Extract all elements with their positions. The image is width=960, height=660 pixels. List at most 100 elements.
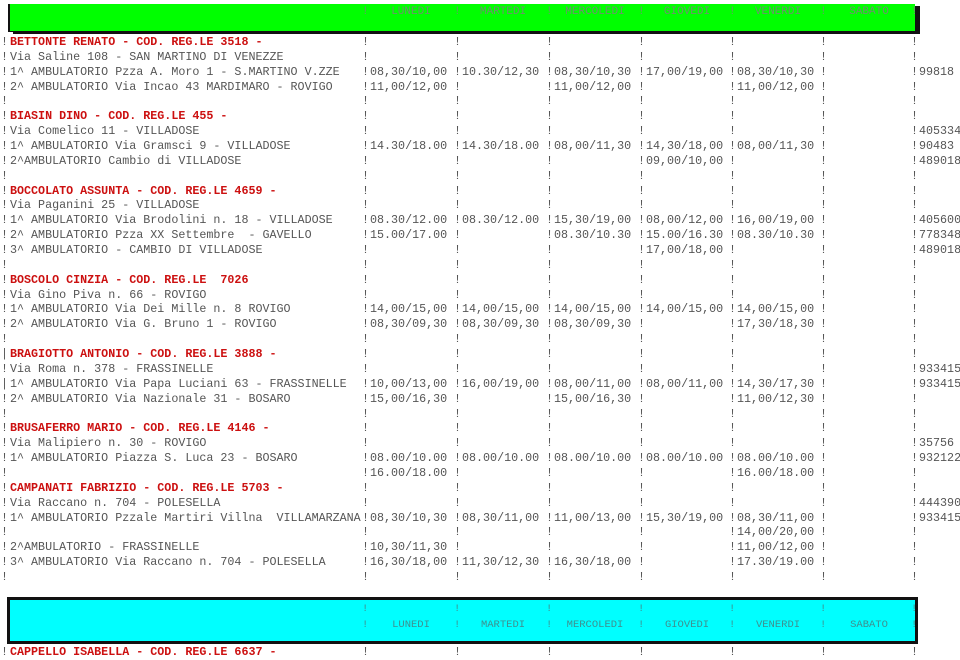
header-separator: ! [546, 603, 553, 615]
header-separator: ! [454, 603, 461, 615]
column-separator: ! [546, 153, 554, 168]
row-label: Via Roma n. 378 - FRASSINELLE [10, 361, 214, 376]
row-label: 1^ AMBULATORIO Via Papa Luciani 63 - FRA… [10, 376, 347, 391]
table-row: !!!!!!!! [0, 258, 960, 273]
table-row: ! Via Gino Piva n. 66 - ROVIGO!!!!!!! [0, 288, 960, 303]
column-separator: ! [546, 525, 554, 540]
column-separator: ! [638, 35, 646, 49]
column-separator: ! [454, 35, 462, 49]
header-day-venerdi: VENERDI [754, 6, 802, 18]
column-separator: ! [911, 569, 919, 584]
column-separator: ! [362, 302, 370, 317]
header-day-giovedi: GIOVEDI [663, 6, 711, 18]
table-row: ! Via Paganini 25 - VILLADOSE!!!!!!! [0, 198, 960, 213]
column-separator: ! [454, 213, 462, 228]
column-separator: ! [729, 451, 737, 466]
doctor-name-row: ! BRUSAFERRO MARIO - COD. REG.LE 4146 -!!… [0, 421, 960, 436]
column-separator: ! [454, 79, 462, 94]
column-separator: ! [729, 376, 737, 391]
row-label: 1^ AMBULATORIO Via Gramsci 9 - VILLADOSE [10, 139, 291, 154]
row-code: 489018 [919, 153, 960, 168]
column-separator: ! [638, 168, 646, 183]
time-slot-giovedi: 17,00/18,00 [646, 243, 724, 258]
column-separator: ! [362, 495, 370, 510]
time-slot-martedi: 11,30/12,30 [462, 555, 540, 570]
column-separator: ! [638, 569, 646, 584]
column-separator: ! [638, 213, 646, 228]
column-separator: ! [729, 465, 737, 480]
column-separator: ! [362, 198, 370, 213]
column-separator: ! [911, 243, 919, 258]
column-separator: ! [729, 183, 737, 198]
row-separator: ! [1, 540, 9, 555]
row-label: 2^ AMBULATORIO Via G. Bruno 1 - ROVIGO [10, 317, 277, 332]
column-separator: ! [546, 510, 554, 525]
day-header-top: ! LUNEDI! MARTEDI! MERCOLEDI! GIOVEDI! VENERD… [8, 4, 918, 32]
header-separator: ! [638, 603, 645, 615]
column-separator: ! [454, 94, 462, 109]
column-separator: ! [638, 317, 646, 332]
column-separator: ! [911, 347, 919, 362]
doctor-name-row: ! BOCCOLATO ASSUNTA - COD. REG.LE 4659 -!… [0, 184, 960, 199]
column-separator: ! [638, 228, 646, 243]
table-row: ! 2^ AMBULATORIO Pzza XX Settembre - GAVE… [0, 228, 960, 243]
column-separator: ! [362, 569, 370, 584]
column-separator: ! [454, 139, 462, 154]
column-separator: ! [362, 79, 370, 94]
column-separator: ! [454, 124, 462, 139]
table-row: ! 2^ AMBULATORIO Via Incao 43 MARDIMARO -… [0, 80, 960, 95]
row-separator: ! [1, 64, 9, 79]
header-day-martedi: MARTEDI [479, 6, 527, 18]
column-separator: ! [911, 228, 919, 243]
column-separator: ! [362, 332, 370, 347]
column-separator: ! [820, 49, 828, 64]
row-separator: ! [1, 139, 9, 154]
column-separator: ! [729, 361, 737, 376]
header-day-lunedi: LUNEDI [391, 6, 431, 18]
column-separator: ! [638, 49, 646, 64]
column-separator: ! [820, 540, 828, 555]
column-separator: ! [820, 272, 828, 287]
column-separator: ! [911, 109, 919, 124]
doctor-name: BIASIN DINO - COD. REG.LE 455 - [10, 109, 228, 124]
column-separator: ! [729, 109, 737, 124]
row-code: 405334 [919, 124, 960, 139]
time-slot-venerdi: 08,00/11,30 [737, 139, 815, 154]
table-row: ! 3^ AMBULATORIO - CAMBIO DI VILLADOSE!!!… [0, 243, 960, 258]
column-separator: ! [546, 540, 554, 555]
column-separator: ! [820, 525, 828, 540]
row-separator: ! [1, 525, 9, 540]
time-slot-giovedi: 08.00/10.00 [646, 451, 724, 466]
column-separator: ! [729, 94, 737, 109]
row-label: 1^ AMBULATORIO Pzzale Martiri Villna VIL… [10, 510, 361, 525]
column-separator: ! [638, 109, 646, 124]
row-code: 932122 [919, 451, 960, 466]
column-separator: ! [638, 465, 646, 480]
row-separator: ! [1, 109, 9, 124]
column-separator: ! [638, 406, 646, 421]
column-separator: ! [546, 198, 554, 213]
column-separator: ! [729, 540, 737, 555]
row-separator: ! [1, 391, 9, 406]
row-label: 1^ AMBULATORIO Pzza A. Moro 1 - S.MARTIN… [10, 64, 340, 79]
time-slot-mercoledi: 11,00/13,00 [554, 510, 632, 525]
time-slot-martedi: 08,30/09,30 [462, 317, 540, 332]
column-separator: ! [911, 35, 919, 49]
column-separator: ! [729, 436, 737, 451]
column-separator: ! [911, 272, 919, 287]
row-separator: ! [1, 451, 9, 466]
column-separator: ! [638, 139, 646, 154]
table-row: !!!!!!!! [0, 407, 960, 422]
time-slot-mercoledi: 14,00/15,00 [554, 302, 632, 317]
column-separator: ! [362, 183, 370, 198]
time-slot-giovedi: 09,00/10,00 [646, 153, 724, 168]
column-separator: ! [729, 510, 737, 525]
column-separator: ! [729, 49, 737, 64]
row-label: 1^ AMBULATORIO Via Dei Mille n. 8 ROVIGO [10, 302, 291, 317]
row-label: 2^ AMBULATORIO Via Nazionale 31 - BOSARO [10, 391, 291, 406]
column-separator: ! [638, 480, 646, 495]
column-separator: ! [546, 361, 554, 376]
column-separator: ! [729, 287, 737, 302]
column-separator: ! [454, 243, 462, 258]
row-separator: ! [1, 213, 9, 228]
